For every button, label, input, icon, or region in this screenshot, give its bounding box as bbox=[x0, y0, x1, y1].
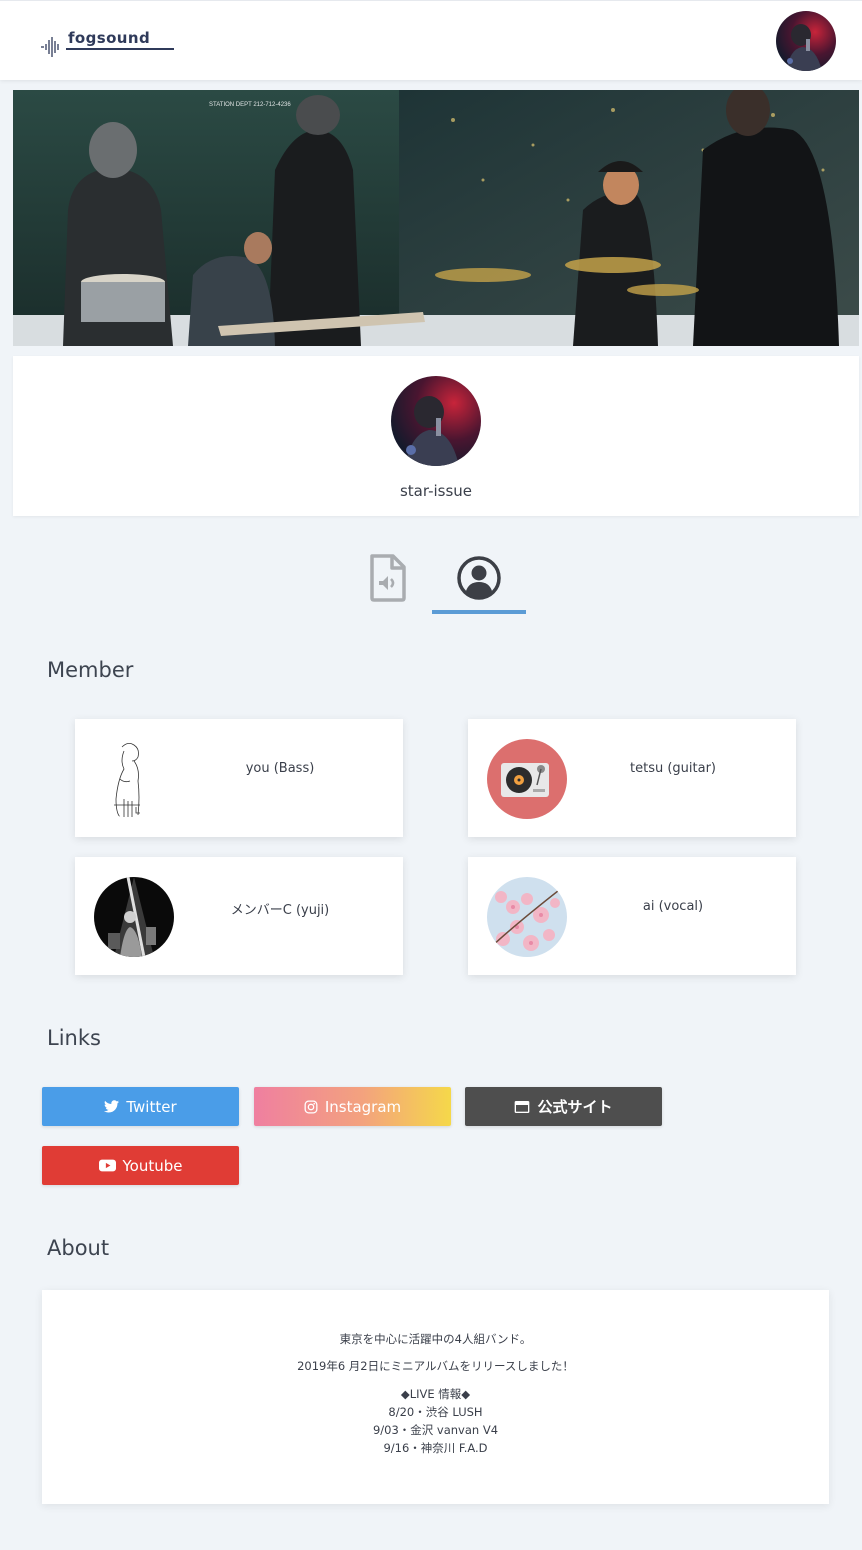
member-card[interactable]: tetsu (guitar) bbox=[468, 719, 796, 837]
soundwave-icon bbox=[41, 37, 59, 57]
active-tab-indicator bbox=[432, 610, 526, 614]
member-photo bbox=[487, 739, 567, 819]
app-header: fogsound bbox=[0, 0, 862, 80]
member-name: you (Bass) bbox=[245, 761, 315, 776]
twitter-link-button[interactable]: Twitter bbox=[42, 1087, 239, 1126]
member-section-title: Member bbox=[47, 658, 134, 682]
user-circle-icon bbox=[457, 556, 501, 600]
twitter-label: Twitter bbox=[126, 1097, 177, 1116]
about-text-line: 2019年6 月2日にミニアルバムをリリースしました！ bbox=[297, 1359, 574, 1373]
band-hero-image: STATION DEPT 212-712-4236 bbox=[13, 90, 859, 346]
about-section-title: About bbox=[47, 1236, 110, 1260]
official-site-link-button[interactable]: 公式サイト bbox=[465, 1087, 662, 1126]
browser-window-icon bbox=[515, 1100, 530, 1113]
member-name: tetsu (guitar) bbox=[630, 761, 716, 776]
artist-profile-card: star-issue bbox=[13, 356, 859, 516]
member-card[interactable]: you (Bass) bbox=[75, 719, 403, 837]
twitter-icon bbox=[104, 1100, 120, 1113]
about-text-line: 9/16・神奈川 F.A.D bbox=[383, 1441, 488, 1455]
member-name: メンバーC (yuji) bbox=[230, 903, 330, 918]
instagram-icon bbox=[304, 1100, 318, 1113]
official-site-label: 公式サイト bbox=[537, 1098, 613, 1116]
about-card: 東京を中心に活躍中の4人組バンド。 2019年6 月2日にミニアルバムをリリース… bbox=[42, 1290, 829, 1504]
user-avatar-button[interactable] bbox=[776, 11, 836, 71]
file-audio-icon bbox=[370, 554, 406, 602]
artist-avatar bbox=[391, 376, 481, 466]
tab-profile[interactable] bbox=[432, 552, 526, 614]
links-section-title: Links bbox=[47, 1026, 101, 1050]
avatar-photo bbox=[776, 11, 836, 71]
fogsound-logo[interactable]: fogsound bbox=[40, 27, 180, 63]
member-photo bbox=[94, 739, 174, 819]
artist-name: star-issue bbox=[399, 482, 473, 500]
youtube-label: Youtube bbox=[122, 1156, 183, 1175]
about-text-line: 8/20・渋谷 LUSH bbox=[388, 1405, 483, 1419]
about-text-line: ◆LIVE 情報◆ bbox=[400, 1387, 471, 1401]
member-card[interactable]: ai (vocal) bbox=[468, 857, 796, 975]
logo-underline bbox=[66, 48, 174, 50]
about-text-line: 9/03・金沢 vanvan V4 bbox=[372, 1423, 499, 1437]
member-card[interactable]: メンバーC (yuji) bbox=[75, 857, 403, 975]
member-name: ai (vocal) bbox=[642, 899, 704, 914]
instagram-link-button[interactable]: Instagram bbox=[254, 1087, 451, 1126]
member-photo bbox=[94, 877, 174, 957]
svg-text:STATION DEPT 212-712-4236: STATION DEPT 212-712-4236 bbox=[209, 102, 291, 108]
tab-audio[interactable] bbox=[368, 554, 408, 602]
instagram-label: Instagram bbox=[324, 1097, 402, 1116]
about-text-line: 東京を中心に活躍中の4人組バンド。 bbox=[339, 1332, 532, 1346]
youtube-link-button[interactable]: Youtube bbox=[42, 1146, 239, 1185]
logo-text: fogsound bbox=[68, 29, 151, 47]
youtube-icon bbox=[98, 1159, 116, 1172]
member-photo bbox=[487, 877, 567, 957]
